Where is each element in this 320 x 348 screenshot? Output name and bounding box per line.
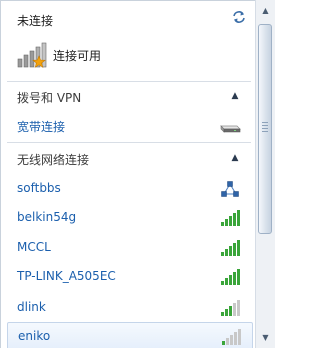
broadband-label: 宽带连接 bbox=[17, 120, 66, 134]
network-name: softbbs bbox=[17, 181, 61, 195]
scroll-up-arrow-icon[interactable]: ▲ bbox=[258, 3, 273, 18]
network-item[interactable]: MCCL bbox=[7, 234, 251, 262]
scroll-down-arrow-icon[interactable]: ▼ bbox=[258, 330, 273, 345]
signal-bar bbox=[225, 278, 228, 285]
network-item[interactable]: TP-LINK_A505EC bbox=[7, 263, 251, 291]
chevron-up-icon[interactable]: ▲ bbox=[229, 153, 241, 163]
divider bbox=[7, 81, 251, 82]
signal-bar bbox=[222, 341, 225, 345]
network-name: eniko bbox=[18, 329, 51, 343]
signal-bar bbox=[238, 329, 241, 345]
modem-icon bbox=[220, 125, 241, 133]
chevron-up-icon[interactable]: ▲ bbox=[229, 91, 241, 101]
signal-bar bbox=[229, 306, 232, 316]
signal-bar bbox=[221, 281, 224, 285]
connection-status-title: 未连接 bbox=[17, 14, 54, 28]
signal-bar bbox=[237, 300, 240, 316]
scrollbar-grip-icon bbox=[262, 122, 268, 132]
network-name: belkin54g bbox=[17, 210, 77, 224]
signal-bar bbox=[225, 249, 228, 256]
vertical-scrollbar[interactable]: ▲ ▼ bbox=[255, 0, 275, 348]
signal-bar bbox=[226, 338, 229, 345]
signal-bar bbox=[225, 219, 228, 226]
wifi-signal-icon bbox=[221, 210, 240, 226]
signal-bar bbox=[233, 213, 236, 226]
signal-bar bbox=[233, 303, 236, 316]
refresh-icon[interactable] bbox=[231, 10, 247, 24]
signal-bar bbox=[221, 252, 224, 256]
signal-bar bbox=[233, 243, 236, 256]
wifi-signal-icon bbox=[221, 300, 240, 316]
scrollbar-thumb[interactable] bbox=[258, 24, 272, 234]
adhoc-network-icon bbox=[221, 181, 239, 197]
network-item[interactable]: softbbs bbox=[7, 175, 251, 203]
signal-bar bbox=[237, 240, 240, 256]
network-name: dlink bbox=[17, 300, 46, 314]
wifi-signal-icon bbox=[221, 269, 240, 285]
broadband-connection-item[interactable]: 宽带连接 bbox=[7, 112, 251, 140]
section-title-dialup-vpn: 拨号和 VPN bbox=[17, 91, 82, 105]
signal-bar bbox=[229, 216, 232, 226]
divider bbox=[7, 142, 251, 143]
wifi-signal-icon bbox=[221, 240, 240, 256]
signal-bar bbox=[229, 246, 232, 256]
signal-bar bbox=[229, 275, 232, 285]
network-item[interactable]: dlink bbox=[7, 294, 251, 322]
signal-bar bbox=[233, 272, 236, 285]
signal-bar bbox=[221, 312, 224, 316]
connection-status-subtitle: 连接可用 bbox=[53, 49, 102, 63]
signal-bar bbox=[237, 269, 240, 285]
network-name: MCCL bbox=[17, 240, 51, 254]
signal-bar bbox=[230, 335, 233, 345]
signal-bar bbox=[237, 210, 240, 226]
signal-available-icon bbox=[17, 42, 47, 68]
network-item[interactable]: eniko bbox=[7, 322, 253, 348]
network-flyout: 未连接 连接可用 拨号和 VPN ▲ 宽带连接 无线网络连接 ▲ softbbs bbox=[0, 0, 255, 348]
section-title-wireless: 无线网络连接 bbox=[17, 153, 90, 167]
signal-bar bbox=[234, 332, 237, 345]
network-name: TP-LINK_A505EC bbox=[17, 269, 116, 283]
signal-bar bbox=[221, 222, 224, 226]
wifi-signal-icon bbox=[222, 329, 241, 345]
signal-bar bbox=[225, 309, 228, 316]
network-item[interactable]: belkin54g bbox=[7, 204, 251, 232]
